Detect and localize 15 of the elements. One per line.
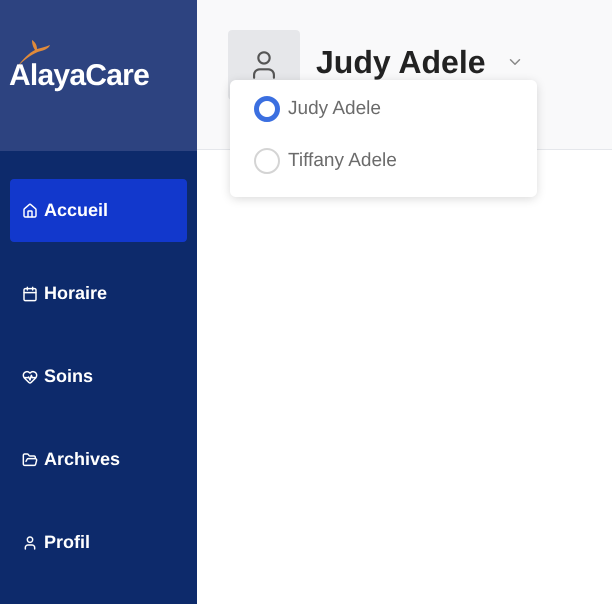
logo: AlayaCare (9, 53, 150, 98)
nav-item[interactable]: Archives (10, 428, 187, 491)
calendar-icon (22, 286, 38, 302)
heart-pulse-icon (22, 368, 38, 384)
nav-item[interactable]: Horaire (10, 262, 187, 325)
radio-button[interactable] (254, 96, 280, 122)
nav-item[interactable]: Profil (10, 511, 187, 574)
dropdown-option[interactable]: Judy Adele (230, 93, 537, 125)
user-icon (22, 534, 38, 550)
nav-item[interactable]: Accueil (10, 179, 187, 242)
folder-icon (22, 452, 38, 468)
name-selector[interactable]: Judy Adele (316, 38, 524, 86)
nav-item[interactable]: Soins (10, 345, 187, 408)
home-icon (22, 202, 38, 218)
dropdown-option[interactable]: Tiffany Adele (230, 145, 537, 177)
